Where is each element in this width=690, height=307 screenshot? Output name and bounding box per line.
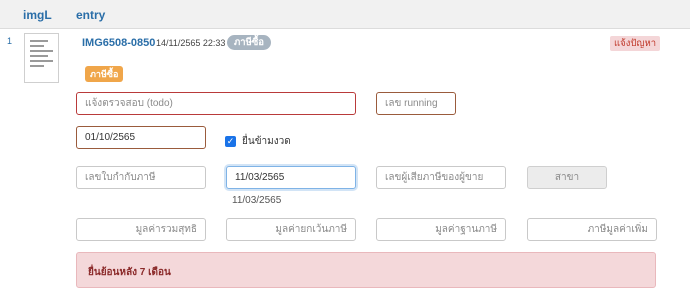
thumbnail-line [30, 60, 53, 62]
thumbnail-line [30, 65, 44, 67]
column-header-entry[interactable]: entry [76, 8, 105, 22]
row-number[interactable]: 1 [7, 36, 12, 46]
table-header: imgL entry [0, 0, 690, 29]
invoice-number-input[interactable] [76, 166, 206, 189]
category-tag-orange[interactable]: ภาษีซื้อ [85, 66, 124, 82]
alert-text: ยื่นย้อนหลัง 7 เดือน [88, 267, 171, 278]
column-header-imgl[interactable]: imgL [23, 8, 52, 22]
checkbox-checked-icon[interactable]: ✓ [225, 136, 236, 147]
thumbnail-line [30, 45, 44, 47]
file-late-checkbox-wrapper[interactable]: ✓ ยื่นข้ามงวด [225, 134, 291, 149]
category-tag-grey: ภาษีซื้อ [227, 35, 272, 50]
report-problem-button[interactable]: แจ้งปัญหา [610, 36, 661, 51]
thumbnail-line [30, 50, 53, 52]
late-filing-alert: ยื่นย้อนหลัง 7 เดือน [76, 252, 656, 288]
branch-input[interactable] [527, 166, 607, 189]
exempt-value-input[interactable] [226, 218, 356, 241]
file-late-label[interactable]: ยื่นข้ามงวด [242, 134, 291, 149]
tax-base-input[interactable] [376, 218, 506, 241]
net-total-input[interactable] [76, 218, 206, 241]
seller-tax-id-input[interactable] [376, 166, 506, 189]
thumbnail-line [30, 55, 49, 57]
document-thumbnail[interactable] [24, 33, 59, 83]
document-timestamp: 14/11/2565 22:33 [156, 38, 226, 48]
vat-input[interactable] [527, 218, 657, 241]
invoice-date-input[interactable] [226, 166, 356, 189]
autocomplete-suggestion[interactable]: 11/03/2565 [232, 195, 281, 206]
todo-input[interactable] [76, 92, 356, 115]
running-number-input[interactable] [376, 92, 456, 115]
period-date-input[interactable] [76, 126, 206, 149]
document-id-link[interactable]: IMG6508-0850 [82, 37, 155, 49]
thumbnail-line [30, 40, 49, 42]
